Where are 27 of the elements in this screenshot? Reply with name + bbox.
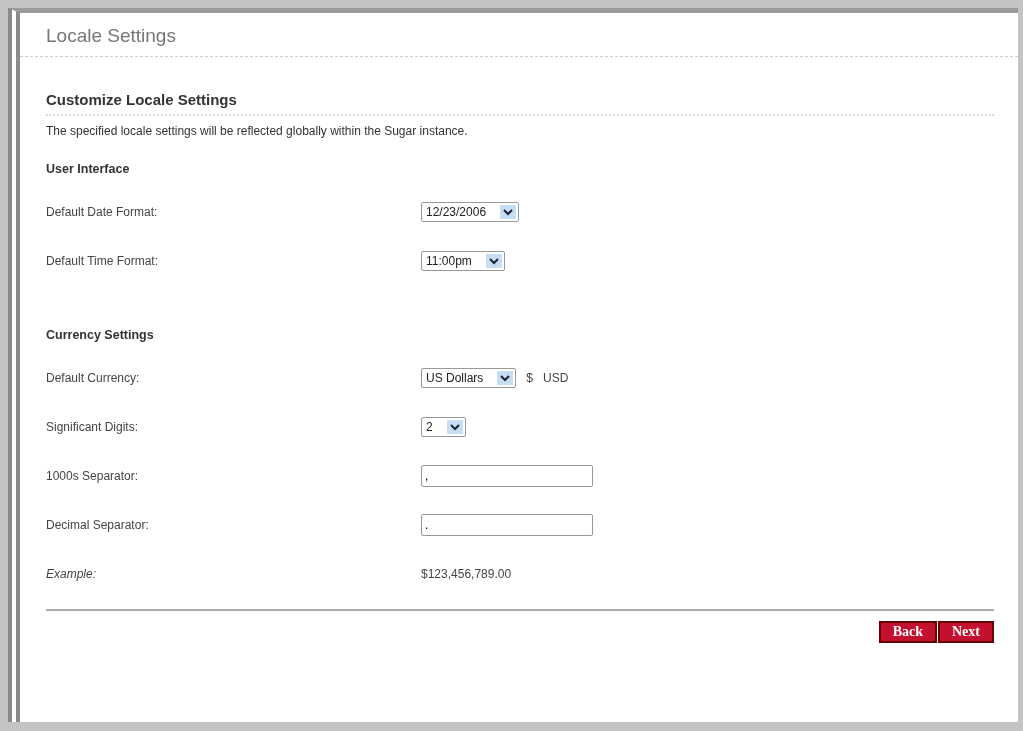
dropdown[interactable]: 11:00pm (421, 250, 505, 271)
group-heading: Currency Settings (46, 328, 155, 342)
dropdown[interactable]: US Dollars (421, 367, 517, 388)
field-label: Example: (46, 566, 98, 581)
caret-icon (485, 253, 502, 268)
example-value: $123,456,789.00 (421, 566, 512, 581)
description: The specified locale settings will be reflected globally within the Sugar instance. (46, 124, 469, 138)
back-button[interactable]: Back (878, 621, 937, 643)
field-label: Default Time Format: (46, 253, 160, 268)
next-button[interactable]: Next (938, 621, 994, 643)
input-field[interactable]: , (421, 464, 593, 487)
page-title: Locale Settings (20, 13, 1018, 57)
dropdown[interactable]: 2 (421, 416, 466, 437)
currency-label: $ (526, 370, 534, 385)
caret-icon (497, 370, 514, 385)
caret-icon (446, 419, 463, 434)
group-heading: User Interface (46, 162, 131, 176)
section-title: Customize Locale Settings (46, 91, 994, 116)
input-field[interactable]: . (421, 513, 593, 536)
currency-label: USD (543, 370, 569, 385)
caret-icon (500, 204, 517, 219)
field-label: Default Date Format: (46, 204, 159, 219)
field-label: 1000s Separator: (46, 468, 140, 483)
field-label: Decimal Separator: (46, 517, 150, 532)
field-label: Default Currency: (46, 370, 141, 385)
field-label: Significant Digits: (46, 419, 140, 434)
dropdown[interactable]: 12/23/2006 (421, 201, 520, 222)
